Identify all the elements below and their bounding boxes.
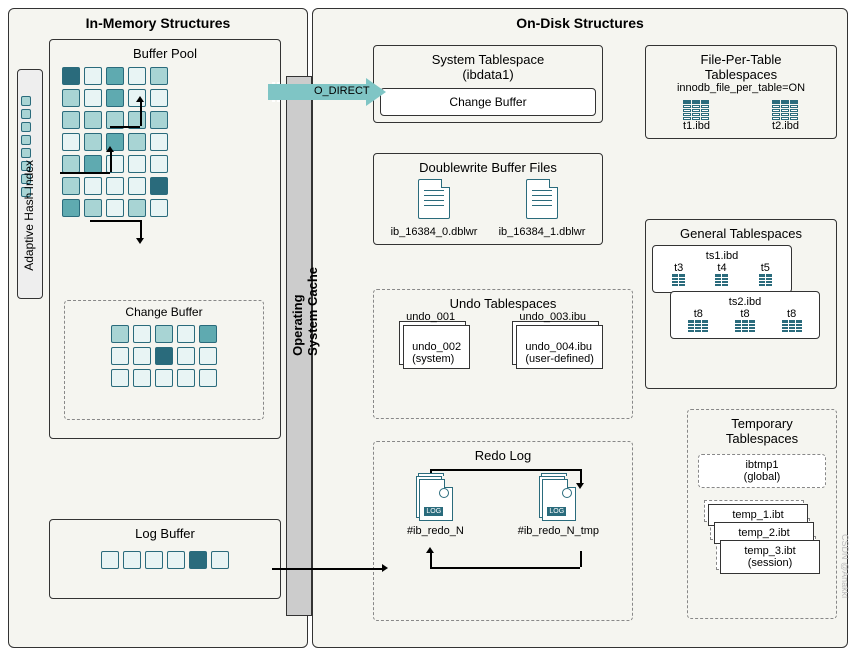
file-icon: [526, 179, 558, 219]
on-disk-panel: On-Disk Structures System Tablespace (ib…: [312, 8, 848, 648]
file-icon: [418, 179, 450, 219]
on-disk-title: On-Disk Structures: [313, 15, 847, 31]
redo-log-box: Redo Log LOGLOGLOG #ib_redo_N LOGLOGLOG …: [373, 441, 633, 621]
buffer-pool-title: Buffer Pool: [56, 46, 274, 61]
general-tablespaces-title: General Tablespaces: [652, 226, 830, 241]
adaptive-hash-index-box: Adaptive Hash Index: [17, 69, 43, 299]
fpt-file-2: t2.ibd: [772, 100, 799, 132]
undo-system: undo_001 undo_002 (system): [403, 325, 470, 369]
doublewrite-title: Doublewrite Buffer Files: [380, 160, 596, 175]
log-buffer-title: Log Buffer: [56, 526, 274, 541]
ibtmp1-box: ibtmp1 (global): [698, 454, 826, 488]
ts1-box: ts1.ibd t3 t4 t5: [652, 245, 792, 293]
doublewrite-box: Doublewrite Buffer Files ib_16384_0.dblw…: [373, 153, 603, 245]
undo-user: undo_003.ibu undo_004.ibu (user-defined): [516, 325, 602, 369]
doublewrite-file-2: ib_16384_1.dblwr: [499, 175, 586, 238]
system-tablespace-box: System Tablespace (ibdata1) Change Buffe…: [373, 45, 603, 123]
file-per-table-box: File-Per-Table Tablespaces innodb_file_p…: [645, 45, 837, 139]
buffer-pool-grid: [60, 65, 274, 219]
change-buffer-box: Change Buffer: [64, 300, 264, 420]
watermark: CSDN @Anakki: [840, 534, 850, 598]
system-tablespace-title: System Tablespace: [380, 52, 596, 67]
redo-log-title: Redo Log: [380, 448, 626, 463]
undo-tablespaces-box: Undo Tablespaces undo_001 undo_002 (syst…: [373, 289, 633, 419]
buffer-pool-box: Buffer Pool Change Buffer: [49, 39, 281, 439]
file-per-table-subtitle: innodb_file_per_table=ON: [652, 82, 830, 94]
o-direct-arrow: O_DIRECT: [268, 78, 388, 106]
redo-file-2: LOGLOGLOG #ib_redo_N_tmp: [518, 473, 599, 537]
in-memory-title: In-Memory Structures: [9, 15, 307, 31]
session-temp-box: temp_1.ibt temp_2.ibt temp_3.ibt (sessio…: [694, 496, 830, 576]
log-buffer-box: Log Buffer: [49, 519, 281, 599]
diagram-root: In-Memory Structures Adaptive Hash Index…: [8, 8, 848, 648]
temporary-tablespaces-box: Temporary Tablespaces ibtmp1 (global) te…: [687, 409, 837, 619]
undo-tablespaces-title: Undo Tablespaces: [380, 296, 626, 311]
in-memory-panel: In-Memory Structures Adaptive Hash Index…: [8, 8, 308, 648]
change-buffer-title: Change Buffer: [69, 305, 259, 319]
adaptive-hash-index-label: Adaptive Hash Index: [22, 160, 36, 271]
system-tablespace-subtitle: (ibdata1): [380, 67, 596, 82]
file-per-table-title: File-Per-Table Tablespaces: [652, 52, 830, 82]
fpt-file-1: t1.ibd: [683, 100, 710, 132]
temporary-tablespaces-title: Temporary Tablespaces: [694, 416, 830, 446]
general-tablespaces-box: General Tablespaces ts1.ibd t3 t4 t5 ts2…: [645, 219, 837, 389]
doublewrite-file-1: ib_16384_0.dblwr: [391, 175, 478, 238]
os-cache-label: Operating System Cache: [290, 267, 320, 356]
os-cache-bar: Operating System Cache: [286, 76, 312, 616]
o-direct-label: O_DIRECT: [314, 85, 370, 97]
system-change-buffer: Change Buffer: [380, 88, 596, 116]
redo-file-1: LOGLOGLOG #ib_redo_N: [407, 473, 464, 537]
ts2-box: ts2.ibd t8 t8 t8: [670, 291, 820, 339]
